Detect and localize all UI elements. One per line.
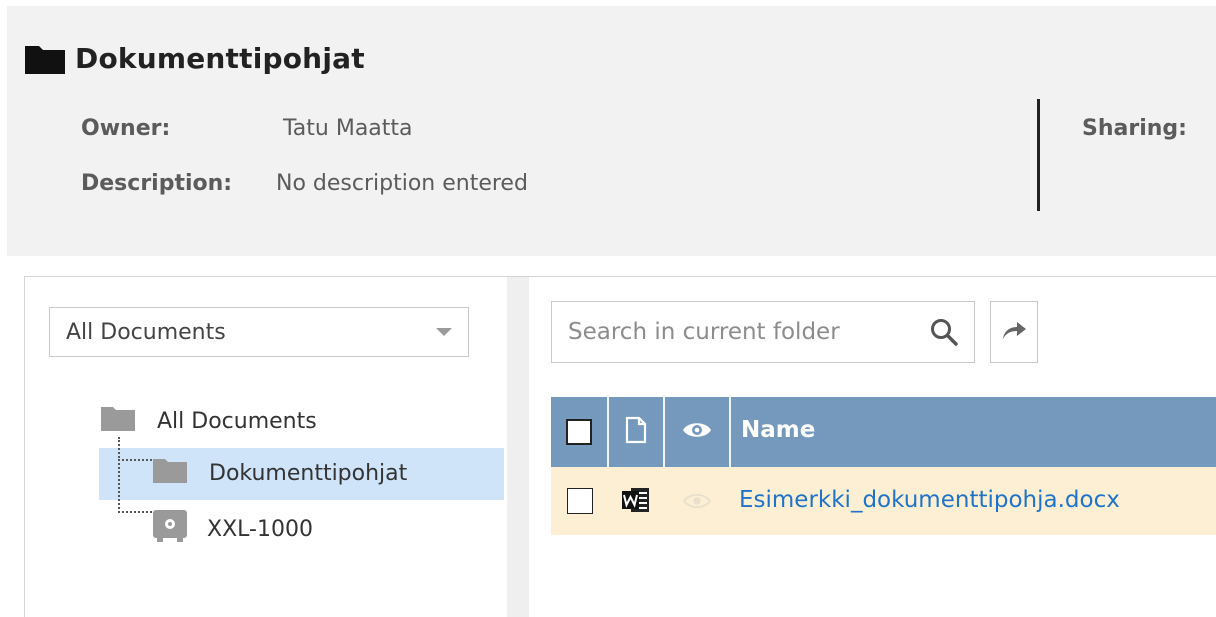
eye-icon[interactable] xyxy=(683,491,711,515)
chevron-down-icon xyxy=(436,328,452,336)
safe-icon xyxy=(153,510,187,548)
scope-select-value: All Documents xyxy=(66,319,226,345)
scope-select[interactable]: All Documents xyxy=(49,307,469,357)
document-list-pane: Name xyxy=(529,277,1216,617)
tree-connector xyxy=(118,437,152,461)
tree-item-label: Dokumenttipohjat xyxy=(209,460,408,486)
search-input[interactable] xyxy=(566,318,910,346)
tree-item-xxl-1000[interactable]: XXL-1000 xyxy=(153,510,313,548)
folder-header: Dokumenttipohjat Owner: Tatu Maatta Desc… xyxy=(7,6,1216,256)
folder-tree-pane: All Documents All Documents Dokumenttipo… xyxy=(25,277,507,617)
documents-panel: All Documents All Documents Dokumenttipo… xyxy=(24,276,1216,617)
header-type-cell xyxy=(609,397,663,467)
eye-icon xyxy=(682,419,712,445)
folder-icon xyxy=(153,457,187,489)
documents-table: Name Esimerkki_dokumenttipohja.docx xyxy=(551,397,1216,535)
search-box xyxy=(551,301,975,363)
tree-item-dokumenttipohjat[interactable]: Dokumenttipohjat xyxy=(153,457,407,489)
column-separator xyxy=(729,397,731,467)
file-icon xyxy=(625,416,647,448)
title-row: Dokumenttipohjat xyxy=(25,42,365,75)
owner-label: Owner: xyxy=(81,116,171,141)
column-header-name[interactable]: Name xyxy=(741,417,815,443)
header-divider xyxy=(1037,99,1040,211)
tree-item-all-documents[interactable]: All Documents xyxy=(101,405,317,437)
table-row[interactable]: Esimerkki_dokumenttipohja.docx xyxy=(551,467,1216,535)
header-view-cell xyxy=(665,397,729,467)
file-name-link[interactable]: Esimerkki_dokumenttipohja.docx xyxy=(739,487,1120,513)
share-arrow-icon xyxy=(1001,319,1027,345)
share-button[interactable] xyxy=(990,301,1038,363)
tree-item-label: XXL-1000 xyxy=(207,516,313,542)
owner-value: Tatu Maatta xyxy=(283,116,413,141)
table-header: Name xyxy=(551,397,1216,467)
row-checkbox[interactable] xyxy=(567,488,593,514)
description-value: No description entered xyxy=(276,171,528,196)
folder-icon xyxy=(101,405,135,437)
select-all-checkbox[interactable] xyxy=(566,419,592,445)
search-icon[interactable] xyxy=(930,318,958,350)
sharing-label: Sharing: xyxy=(1082,116,1187,141)
page-title: Dokumenttipohjat xyxy=(75,42,365,75)
header-select-cell xyxy=(551,397,607,467)
tree-item-label: All Documents xyxy=(157,408,317,434)
word-icon xyxy=(621,485,651,519)
pane-splitter[interactable] xyxy=(507,277,529,617)
description-label: Description: xyxy=(81,171,233,196)
folder-icon xyxy=(25,44,65,74)
tree-connector xyxy=(118,459,152,513)
